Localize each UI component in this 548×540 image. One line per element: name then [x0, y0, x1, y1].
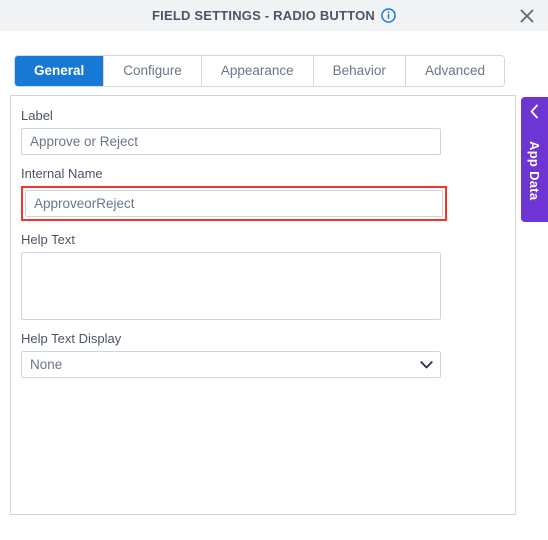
- tab-advanced[interactable]: Advanced: [405, 56, 504, 86]
- field-settings-form: Label Internal Name Help Text Help Text …: [21, 108, 451, 389]
- settings-tab-bar: General Configure Appearance Behavior Ad…: [14, 55, 505, 87]
- help-text-display-field-group: Help Text Display None: [21, 331, 451, 378]
- label-input[interactable]: [21, 128, 441, 155]
- chevron-left-icon: [529, 104, 540, 119]
- internal-name-highlight-outline: [21, 186, 447, 221]
- tab-behavior[interactable]: Behavior: [313, 56, 406, 86]
- help-text-field-group: Help Text: [21, 232, 451, 320]
- dialog-title-bar: FIELD SETTINGS - RADIO BUTTON: [0, 0, 548, 31]
- help-text-display-select-wrap: None: [21, 351, 441, 378]
- title-wrap: FIELD SETTINGS - RADIO BUTTON: [152, 8, 396, 23]
- label-field-group: Label: [21, 108, 451, 155]
- internal-name-input[interactable]: [25, 190, 443, 217]
- help-text-textarea[interactable]: [21, 252, 441, 320]
- app-data-panel-toggle[interactable]: App Data: [521, 97, 548, 222]
- internal-name-field-group: Internal Name: [21, 166, 451, 221]
- tab-configure[interactable]: Configure: [104, 56, 202, 86]
- help-text-display-field-label: Help Text Display: [21, 331, 122, 346]
- help-text-field-label: Help Text: [21, 232, 75, 247]
- internal-name-field-label: Internal Name: [21, 166, 103, 181]
- close-button[interactable]: [516, 5, 538, 27]
- tab-appearance[interactable]: Appearance: [201, 56, 314, 86]
- label-field-label: Label: [21, 108, 53, 123]
- tab-general[interactable]: General: [15, 56, 105, 86]
- app-data-label: App Data: [527, 140, 542, 201]
- general-tab-panel: Label Internal Name Help Text Help Text …: [10, 95, 516, 515]
- help-text-display-select[interactable]: None: [21, 351, 441, 378]
- page-title: FIELD SETTINGS - RADIO BUTTON: [152, 8, 375, 23]
- info-circle-icon[interactable]: [381, 8, 396, 23]
- close-icon: [520, 9, 534, 22]
